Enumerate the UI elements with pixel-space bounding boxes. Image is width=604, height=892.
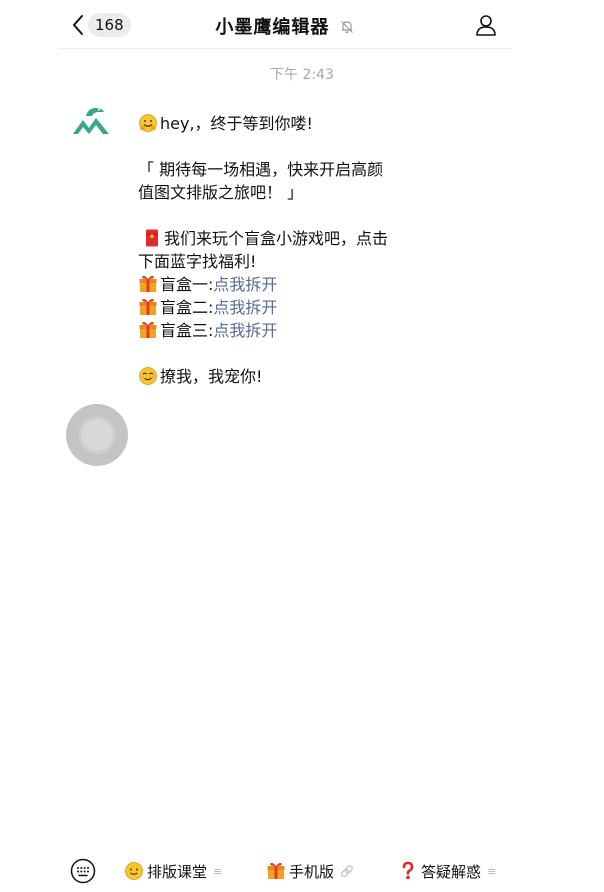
smirk-emoji-icon <box>139 367 157 385</box>
bottom-menu-bar: 排版课堂 ≡ 手机版 🔗 答疑解惑 ≡ <box>58 850 518 892</box>
blind-box-2: 盲盒二:点我拆开 <box>138 296 448 319</box>
floating-window-inner <box>81 419 113 451</box>
page-title: 小墨鹰编辑器 <box>215 17 330 38</box>
message-timestamp: 下午 2:43 <box>270 67 334 83</box>
quote-line-2: 值图文排版之旅吧！ 」 <box>138 183 304 202</box>
greeting-line: hey,，终于等到你喽! <box>138 112 448 135</box>
blind-box-1: 盲盒一:点我拆开 <box>138 273 448 296</box>
menu-item-mobile-version[interactable]: 手机版 🔗 <box>266 860 354 882</box>
gift-emoji-icon <box>267 862 285 879</box>
chat-screen: 168 小墨鹰编辑器 下午 2:43 hey,，终于等到你喽! 「 期待每一场相… <box>0 0 604 892</box>
blind-box-2-link[interactable]: 点我拆开 <box>213 298 277 317</box>
link-icon: 🔗 <box>340 864 354 878</box>
blind-box-1-link[interactable]: 点我拆开 <box>213 275 277 294</box>
submenu-icon: ≡ <box>213 864 223 878</box>
welcome-message: hey,，终于等到你喽! 「 期待每一场相遇，快来开启高颜 值图文排版之旅吧！ … <box>138 112 448 388</box>
blind-box-3-link[interactable]: 点我拆开 <box>213 321 277 340</box>
gift-emoji-icon <box>139 275 157 292</box>
hugging-face-emoji-icon <box>139 114 157 132</box>
mute-bell-icon <box>340 21 353 34</box>
gift-emoji-icon <box>139 321 157 338</box>
smile-emoji-icon <box>125 862 143 880</box>
floating-window-button[interactable] <box>66 404 128 466</box>
menu-item-typesetting-class[interactable]: 排版课堂 ≡ <box>124 860 222 882</box>
menu-item-faq[interactable]: 答疑解惑 ≡ <box>398 860 496 882</box>
profile-icon[interactable] <box>474 13 498 37</box>
question-mark-icon <box>402 861 414 880</box>
gift-emoji-icon <box>139 298 157 315</box>
game-line-2: 下面蓝字找福利! <box>138 252 257 271</box>
blind-box-3: 盲盒三:点我拆开 <box>138 319 448 342</box>
chat-header: 168 小墨鹰编辑器 <box>58 0 512 49</box>
quote-line-1: 「 期待每一场相遇，快来开启高颜 <box>138 160 384 179</box>
submenu-icon: ≡ <box>487 864 497 878</box>
official-account-avatar[interactable] <box>70 104 112 138</box>
closing-line: 撩我，我宠你! <box>138 365 448 388</box>
keyboard-icon[interactable] <box>70 858 96 884</box>
red-envelope-emoji-icon <box>145 229 159 247</box>
game-line-1: 我们来玩个盲盒小游戏吧，点击 <box>138 227 448 250</box>
chat-title-area: 小墨鹰编辑器 <box>58 13 512 39</box>
